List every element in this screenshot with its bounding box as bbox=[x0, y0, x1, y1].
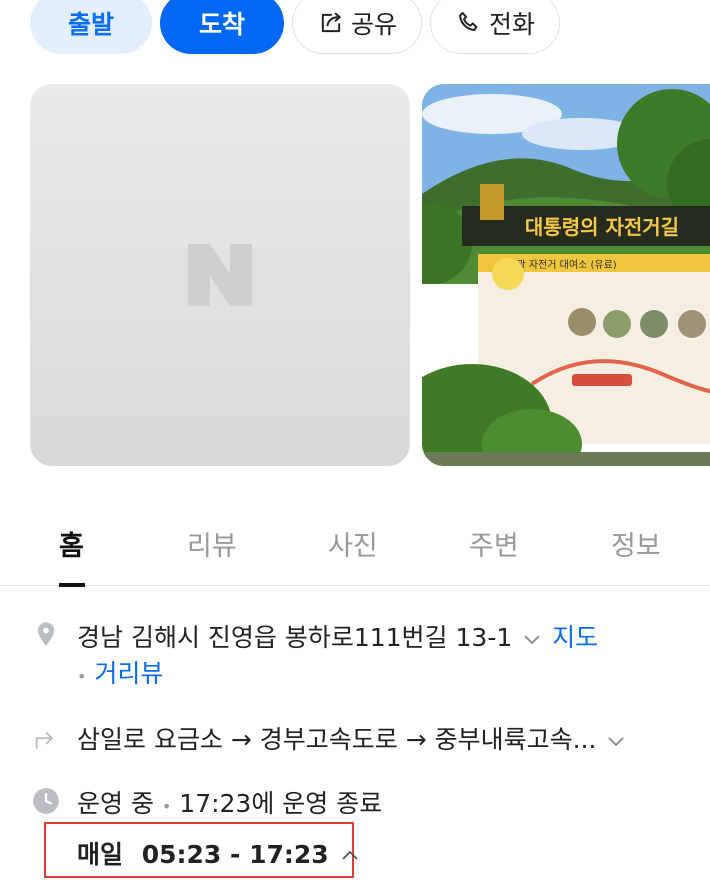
naver-logo-icon bbox=[188, 244, 252, 306]
depart-button[interactable]: 출발 bbox=[30, 0, 152, 54]
share-button[interactable]: 공유 bbox=[292, 0, 422, 54]
street-view-link[interactable]: 거리뷰 bbox=[94, 659, 163, 688]
share-icon bbox=[321, 12, 341, 33]
tab-bar: 홈 리뷰 사진 주변 정보 bbox=[0, 510, 710, 587]
photo-carousel[interactable]: 대통령의 자전거길 관광 자전거 대여소 (유료) bbox=[30, 84, 710, 466]
route-text: 삼일로 요금소 → 경부고속도로 → 중부내륙고속... bbox=[77, 725, 597, 754]
call-button[interactable]: 전화 bbox=[430, 0, 560, 54]
place-photo[interactable]: 대통령의 자전거길 관광 자전거 대여소 (유료) bbox=[422, 84, 710, 466]
separator-dot: • bbox=[161, 797, 172, 816]
action-buttons: 출발 도착 공유 전화 bbox=[30, 0, 560, 54]
sign-title: 대통령의 자전거길 bbox=[525, 215, 679, 239]
hours-status-row: 운영 중 • 17:23에 운영 종료 bbox=[77, 784, 382, 820]
chevron-down-icon[interactable] bbox=[520, 627, 544, 651]
chevron-up-icon[interactable] bbox=[337, 844, 363, 868]
map-link[interactable]: 지도 bbox=[552, 623, 598, 652]
close-time-info: 17:23에 운영 종료 bbox=[179, 789, 383, 818]
active-tab-indicator bbox=[59, 583, 85, 587]
arrive-button[interactable]: 도착 bbox=[160, 0, 284, 54]
separator-dot: • bbox=[77, 667, 87, 686]
hours-time-range: 05:23 - 17:23 bbox=[141, 840, 329, 869]
bicycle-road-photo: 대통령의 자전거길 관광 자전거 대여소 (유료) bbox=[422, 84, 710, 466]
chevron-down-icon[interactable] bbox=[604, 729, 628, 753]
tab-nearby[interactable]: 주변 bbox=[469, 524, 519, 563]
open-status: 운영 중 bbox=[77, 789, 154, 818]
clock-icon bbox=[33, 788, 59, 814]
phone-icon bbox=[459, 12, 478, 31]
hours-days: 매일 bbox=[77, 840, 124, 869]
sign-subtitle: 관광 자전거 대여소 (유료) bbox=[507, 259, 616, 271]
tab-info[interactable]: 정보 bbox=[611, 524, 661, 563]
call-label: 전화 bbox=[488, 10, 535, 39]
hours-detail-row[interactable]: 매일 05:23 - 17:23 bbox=[77, 835, 363, 871]
tab-photos[interactable]: 사진 bbox=[328, 524, 378, 563]
address-text: 경남 김해시 진영읍 봉하로111번길 13-1 bbox=[77, 623, 513, 652]
tab-reviews[interactable]: 리뷰 bbox=[187, 524, 237, 563]
tab-home[interactable]: 홈 bbox=[59, 524, 84, 563]
address-row[interactable]: 경남 김해시 진영읍 봉하로111번길 13-1 지도 bbox=[77, 618, 598, 654]
share-label: 공유 bbox=[350, 10, 397, 39]
location-pin-icon bbox=[37, 622, 55, 646]
route-row[interactable]: 삼일로 요금소 → 경부고속도로 → 중부내륙고속... bbox=[77, 720, 628, 756]
photo-placeholder[interactable] bbox=[30, 84, 410, 466]
directions-turn-icon bbox=[35, 731, 53, 749]
